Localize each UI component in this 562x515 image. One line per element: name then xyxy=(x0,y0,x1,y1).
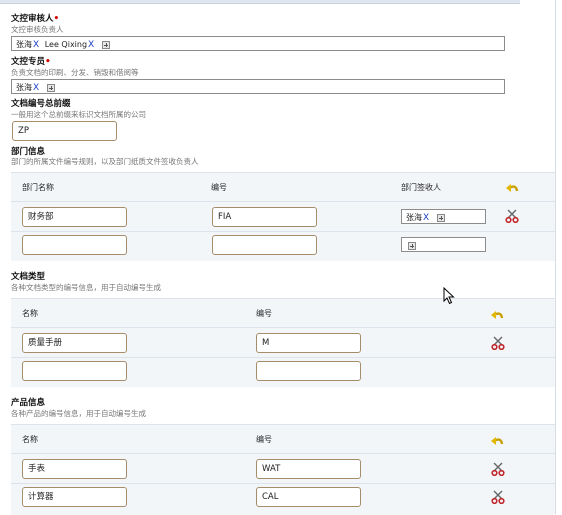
row-divider xyxy=(11,483,555,484)
delete-row-icon[interactable] xyxy=(491,336,505,350)
reviewer-label: 文控审核人• xyxy=(11,14,60,24)
departments-hint: 部门的所属文件编号规则，以及部门纸质文件签收负责人 xyxy=(11,157,199,166)
undo-icon[interactable] xyxy=(506,183,519,195)
doc-prefix-label: 文档编号总前缀 xyxy=(11,99,71,109)
delete-row-icon[interactable] xyxy=(491,490,505,504)
delete-row-icon[interactable] xyxy=(491,462,505,476)
required-marker: • xyxy=(45,57,51,67)
department-name-input[interactable] xyxy=(22,235,127,255)
delete-row-icon[interactable] xyxy=(505,209,519,223)
column-header: 编号 xyxy=(256,435,272,444)
reviewer-field[interactable]: 张海X Lee QixingX xyxy=(11,36,505,51)
user-tag: 张海 xyxy=(16,83,32,92)
row-divider xyxy=(11,453,555,454)
doc-type-code-input[interactable] xyxy=(256,361,361,381)
column-header: 部门签收人 xyxy=(401,183,441,192)
user-tag: Lee Qixing xyxy=(44,40,88,49)
specialist-field[interactable]: 张海X xyxy=(11,79,505,94)
remove-user-button[interactable]: X xyxy=(33,83,39,93)
mouse-cursor-icon xyxy=(443,287,455,305)
doc-prefix-input[interactable]: ZP xyxy=(12,121,117,141)
column-header: 编号 xyxy=(211,183,227,192)
specialist-hint: 负责文档的印刷、分发、销毁和借阅等 xyxy=(11,68,139,77)
remove-user-button[interactable]: X xyxy=(33,40,39,50)
doc-types-label: 文档类型 xyxy=(11,272,46,282)
products-label: 产品信息 xyxy=(11,398,46,408)
department-name-input[interactable]: 财务部 xyxy=(22,207,127,227)
top-border xyxy=(0,0,520,4)
department-receiver-field[interactable] xyxy=(401,237,486,252)
product-name-input[interactable]: 计算器 xyxy=(22,487,127,507)
doc-type-name-input[interactable]: 质量手册 xyxy=(22,333,127,353)
page-right-border xyxy=(555,0,556,514)
undo-icon[interactable] xyxy=(491,310,504,322)
undo-icon[interactable] xyxy=(491,436,504,448)
add-user-icon[interactable] xyxy=(436,213,445,222)
row-divider xyxy=(11,357,555,358)
products-hint: 各种产品的编号信息，用于自动编号生成 xyxy=(11,409,146,418)
specialist-label: 文控专员• xyxy=(11,57,51,67)
add-user-icon[interactable] xyxy=(46,83,55,92)
product-code-input[interactable]: WAT xyxy=(256,459,361,479)
row-divider xyxy=(11,231,555,232)
add-user-icon[interactable] xyxy=(101,40,110,49)
column-header: 编号 xyxy=(256,309,272,318)
product-name-input[interactable]: 手表 xyxy=(22,459,127,479)
department-code-input[interactable]: FIA xyxy=(212,207,317,227)
column-header: 部门名称 xyxy=(22,183,54,192)
add-user-icon[interactable] xyxy=(408,241,416,250)
doc-type-name-input[interactable] xyxy=(22,361,127,381)
department-code-input[interactable] xyxy=(212,235,317,255)
product-code-input[interactable]: CAL xyxy=(256,487,361,507)
doc-prefix-hint: 一般用这个总前缀来标识文档所属的公司 xyxy=(11,110,146,119)
required-marker: • xyxy=(53,14,60,24)
reviewer-hint: 文控审核负责人 xyxy=(11,25,64,34)
column-header: 名称 xyxy=(22,435,38,444)
remove-user-button[interactable]: X xyxy=(423,213,429,223)
column-header: 名称 xyxy=(22,309,38,318)
remove-user-button[interactable]: X xyxy=(88,40,94,50)
row-divider xyxy=(11,327,555,328)
doc-type-code-input[interactable]: M xyxy=(256,333,361,353)
doc-types-hint: 各种文档类型的编号信息，用于自动编号生成 xyxy=(11,283,161,292)
department-receiver-field[interactable]: 张海X xyxy=(401,209,486,224)
user-tag: 张海 xyxy=(406,213,422,222)
user-tag: 张海 xyxy=(16,40,32,49)
row-divider xyxy=(11,201,555,202)
